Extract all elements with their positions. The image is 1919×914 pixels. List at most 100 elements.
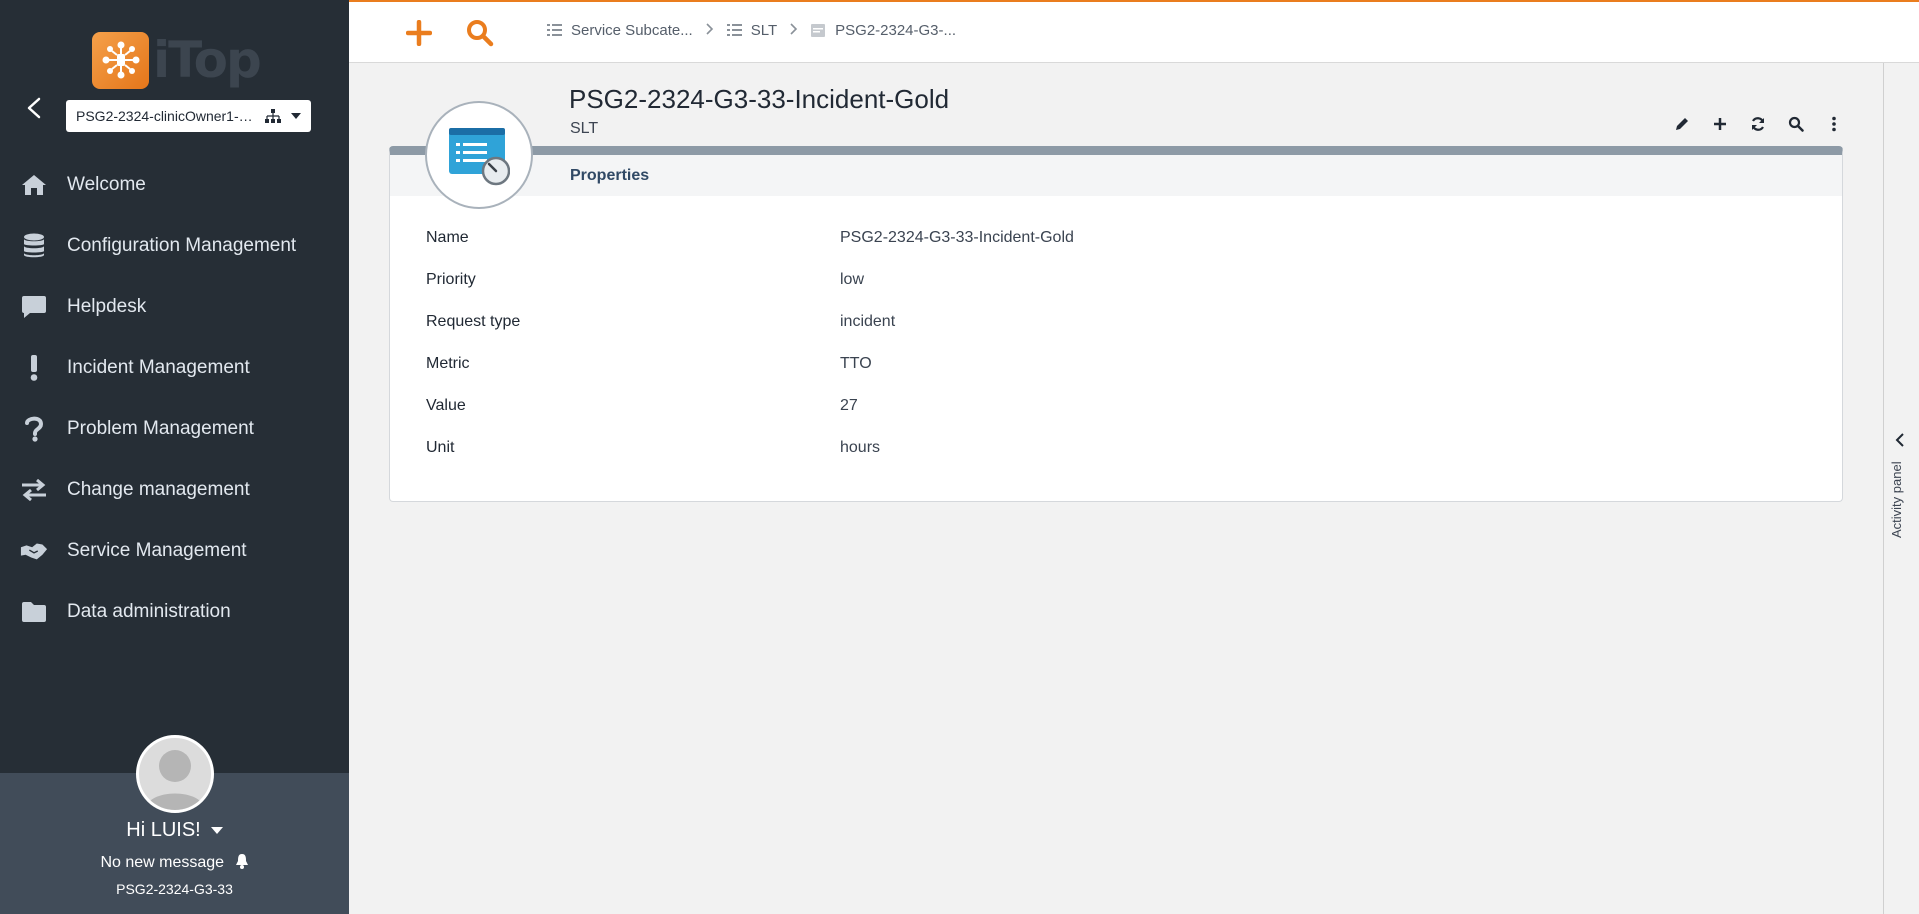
handshake-icon bbox=[20, 537, 48, 565]
property-value: hours bbox=[840, 439, 881, 456]
plus-icon bbox=[1714, 118, 1726, 130]
exclamation-icon bbox=[20, 354, 48, 382]
logo-mark-icon bbox=[92, 31, 149, 89]
new-object-button[interactable] bbox=[402, 16, 436, 50]
property-value: low bbox=[840, 271, 865, 288]
menu-item-service-management[interactable]: Service Management bbox=[0, 520, 349, 581]
notifications-text: No new message bbox=[100, 854, 225, 871]
chat-icon bbox=[20, 293, 48, 321]
menu-item-label: Welcome bbox=[67, 173, 146, 195]
breadcrumb-label: Service Subcate... bbox=[571, 22, 693, 39]
main-menu: Welcome Configuration Management Helpdes… bbox=[0, 154, 349, 642]
user-greeting: Hi LUIS! bbox=[126, 819, 201, 841]
property-row-value: Value 27 bbox=[426, 397, 1526, 439]
property-value: incident bbox=[840, 313, 896, 330]
global-search-button[interactable] bbox=[463, 16, 497, 50]
question-icon bbox=[20, 415, 48, 443]
user-silhouette-icon bbox=[145, 750, 205, 810]
object-actions bbox=[1663, 112, 1853, 136]
list-icon bbox=[726, 24, 742, 36]
menu-item-change-management[interactable]: Change management bbox=[0, 459, 349, 520]
property-label: Name bbox=[426, 229, 469, 246]
menu-item-label: Incident Management bbox=[67, 356, 250, 378]
breadcrumb-item-current[interactable]: PSG2-2324-G3-... bbox=[811, 22, 956, 39]
breadcrumb-item-slt[interactable]: SLT bbox=[726, 22, 778, 39]
search-button[interactable] bbox=[1777, 112, 1815, 136]
home-icon bbox=[20, 171, 48, 199]
property-value: TTO bbox=[840, 355, 872, 372]
menu-item-configuration-management[interactable]: Configuration Management bbox=[0, 215, 349, 276]
collapse-sidebar-button[interactable] bbox=[22, 96, 46, 120]
property-row-priority: Priority low bbox=[426, 271, 1526, 313]
chevron-left-icon bbox=[1895, 433, 1904, 447]
property-row-unit: Unit hours bbox=[426, 439, 1526, 481]
vertical-dots-icon bbox=[1832, 116, 1836, 132]
expand-activity-panel-button[interactable] bbox=[1895, 433, 1905, 452]
search-icon bbox=[1788, 116, 1804, 132]
folder-icon bbox=[20, 598, 48, 626]
menu-item-helpdesk[interactable]: Helpdesk bbox=[0, 276, 349, 337]
pencil-icon bbox=[1676, 118, 1688, 130]
refresh-icon bbox=[1751, 117, 1765, 131]
breadcrumb-label: PSG2-2324-G3-... bbox=[835, 22, 957, 39]
breadcrumb: Service Subcate... SLT PSG2-2324-G3-... bbox=[547, 22, 956, 39]
database-icon bbox=[20, 232, 48, 260]
user-organization: PSG2-2324-G3-33 bbox=[116, 881, 233, 897]
chevron-down-icon bbox=[291, 113, 301, 119]
menu-item-label: Change management bbox=[67, 478, 250, 500]
bell-icon bbox=[235, 854, 248, 869]
list-icon bbox=[547, 24, 562, 36]
breadcrumb-item-service-subcategory[interactable]: Service Subcate... bbox=[547, 22, 693, 39]
edit-button[interactable] bbox=[1663, 112, 1701, 136]
property-label: Value bbox=[426, 397, 466, 414]
chevron-right-icon bbox=[790, 22, 798, 39]
menu-item-label: Problem Management bbox=[67, 417, 254, 439]
hierarchy-icon bbox=[265, 109, 281, 123]
menu-item-label: Configuration Management bbox=[67, 234, 297, 256]
activity-panel-label[interactable]: Activity panel bbox=[1889, 461, 1904, 538]
property-row-metric: Metric TTO bbox=[426, 355, 1526, 397]
chevron-left-icon bbox=[27, 97, 41, 119]
page-title: PSG2-2324-G3-33-Incident-Gold bbox=[569, 84, 950, 114]
menu-item-problem-management[interactable]: Problem Management bbox=[0, 398, 349, 459]
property-value: PSG2-2324-G3-33-Incident-Gold bbox=[840, 229, 1074, 246]
tab-bar: Properties bbox=[390, 155, 1842, 196]
menu-item-incident-management[interactable]: Incident Management bbox=[0, 337, 349, 398]
property-row-request-type: Request type incident bbox=[426, 313, 1526, 355]
search-icon bbox=[467, 20, 494, 47]
organization-selector[interactable]: PSG2-2324-clinicOwner1-G3... bbox=[66, 100, 311, 132]
menu-item-label: Service Management bbox=[67, 539, 247, 561]
object-class: SLT bbox=[570, 120, 599, 137]
logo-text: iTop bbox=[153, 31, 262, 89]
property-label: Request type bbox=[426, 313, 521, 330]
properties-list: Name PSG2-2324-G3-33-Incident-Gold Prior… bbox=[426, 229, 1526, 481]
notifications[interactable]: No new message bbox=[0, 853, 349, 872]
menu-item-welcome[interactable]: Welcome bbox=[0, 154, 349, 215]
refresh-button[interactable] bbox=[1739, 112, 1777, 136]
add-button[interactable] bbox=[1701, 112, 1739, 136]
menu-item-label: Data administration bbox=[67, 600, 231, 622]
property-label: Unit bbox=[426, 439, 455, 456]
plus-icon bbox=[406, 20, 432, 46]
menu-item-label: Helpdesk bbox=[67, 295, 147, 317]
org-selector-value: PSG2-2324-clinicOwner1-G3... bbox=[76, 108, 263, 124]
property-label: Priority bbox=[426, 271, 476, 288]
more-actions-button[interactable] bbox=[1815, 112, 1853, 136]
user-menu-toggle[interactable]: Hi LUIS! bbox=[0, 819, 349, 842]
property-row-name: Name PSG2-2324-G3-33-Incident-Gold bbox=[426, 229, 1526, 271]
swap-icon bbox=[20, 476, 48, 504]
object-icon bbox=[811, 23, 826, 37]
tab-properties[interactable]: Properties bbox=[570, 167, 649, 185]
avatar[interactable] bbox=[136, 735, 214, 813]
chevron-down-icon bbox=[210, 827, 223, 835]
slt-icon bbox=[449, 128, 510, 186]
menu-item-data-administration[interactable]: Data administration bbox=[0, 581, 349, 642]
sidebar: iTop PSG2-2324-clinicOwner1-G3... Welcom… bbox=[0, 0, 349, 914]
chevron-right-icon bbox=[706, 22, 714, 39]
property-label: Metric bbox=[426, 355, 470, 372]
breadcrumb-label: SLT bbox=[750, 22, 778, 39]
property-value: 27 bbox=[840, 397, 858, 414]
activity-panel: Activity panel bbox=[1883, 63, 1919, 914]
top-bar: Service Subcate... SLT PSG2-2324-G3-... bbox=[349, 0, 1919, 63]
app-logo[interactable]: iTop bbox=[92, 30, 262, 90]
